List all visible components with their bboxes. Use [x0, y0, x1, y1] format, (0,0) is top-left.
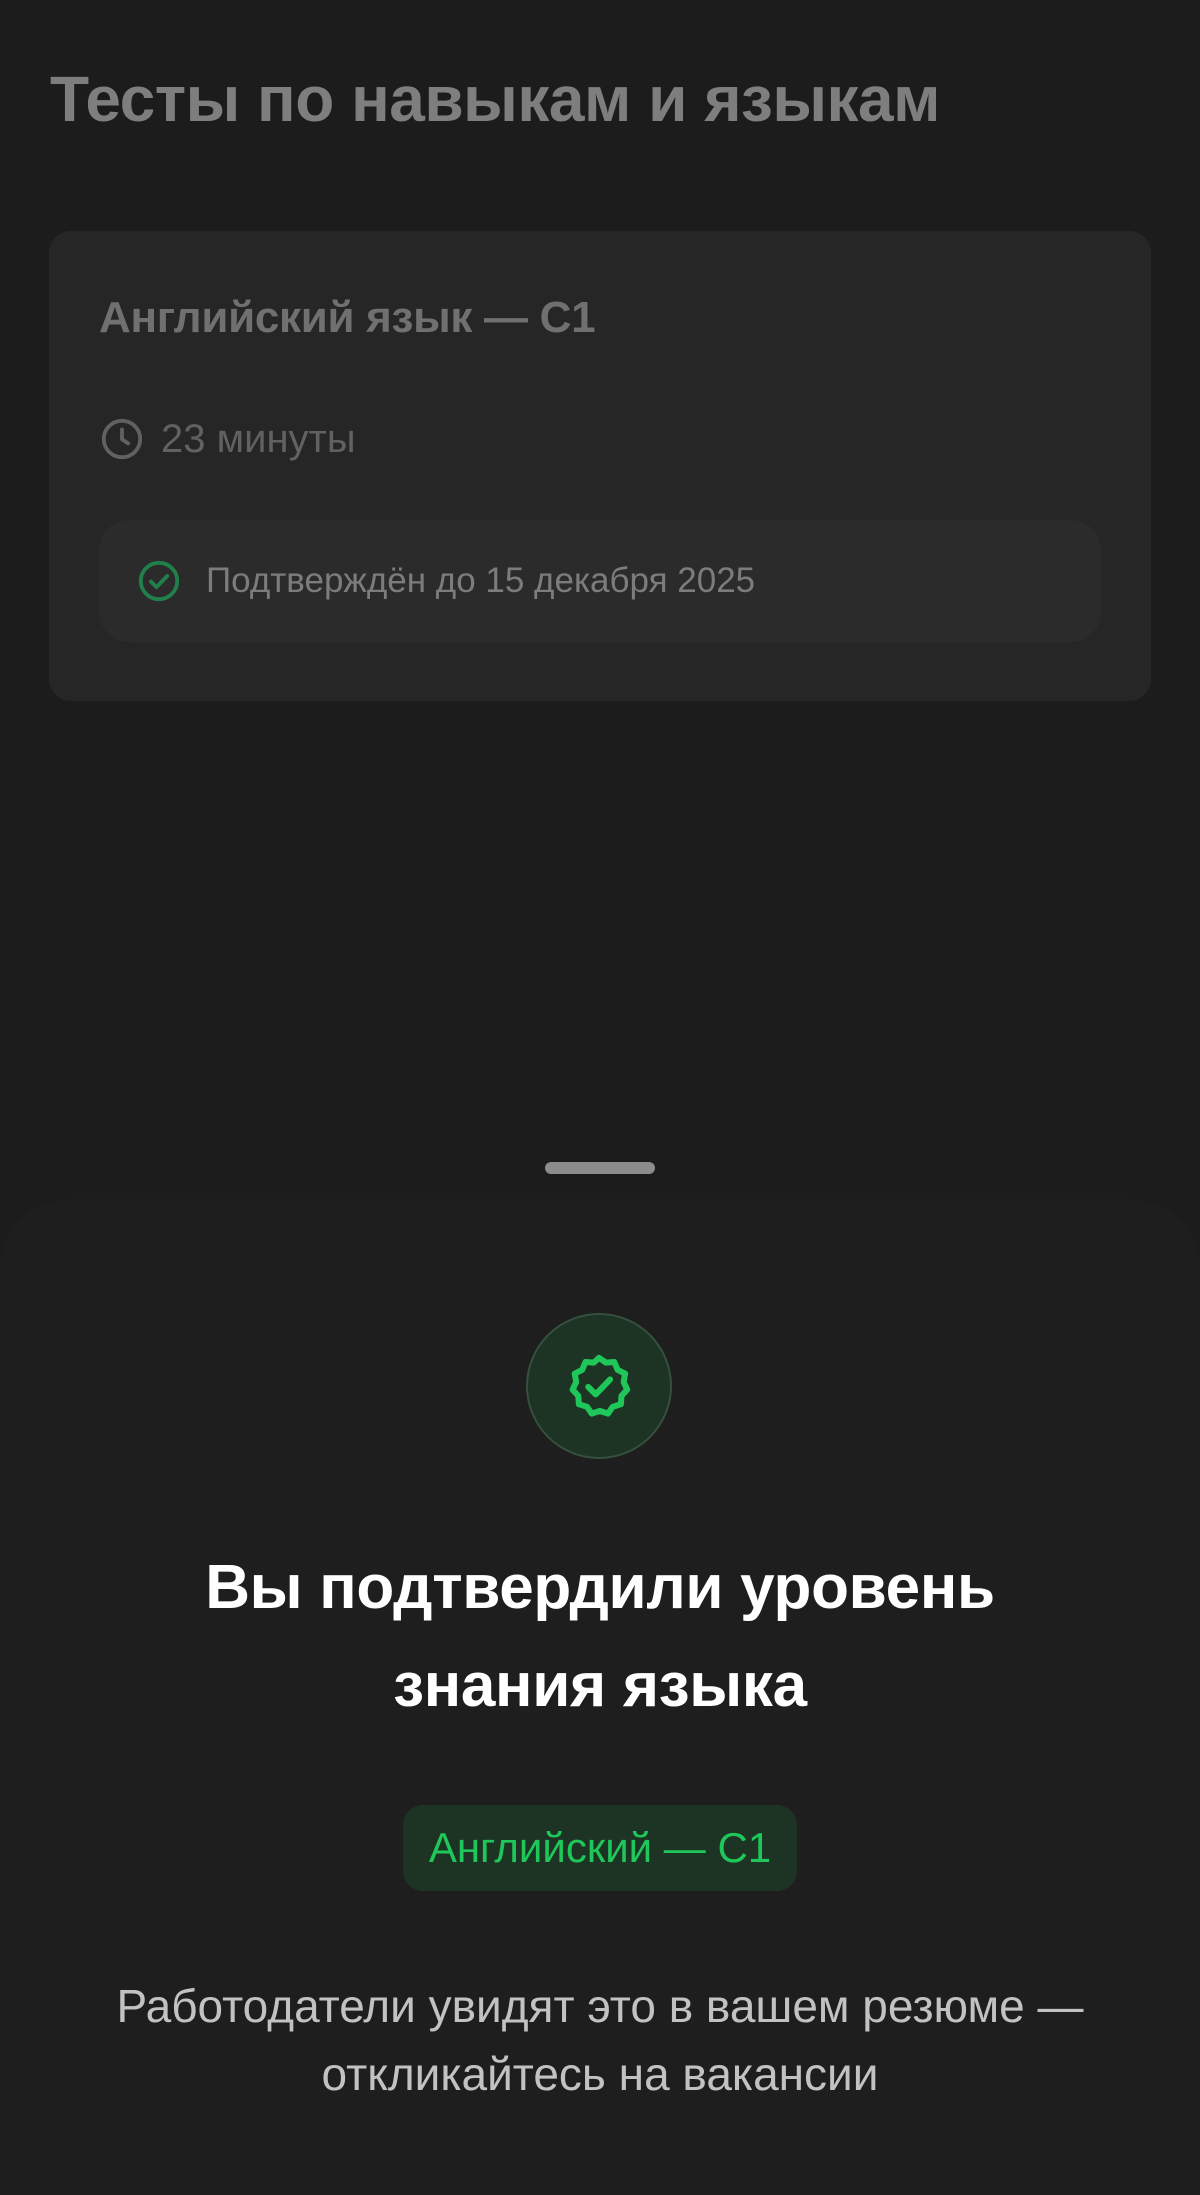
sheet-description: Работодатели увидят это в вашем резюме —…	[0, 1972, 1200, 2108]
test-duration-text: 23 минуты	[161, 416, 356, 461]
check-circle-icon	[136, 558, 182, 604]
verified-badge-icon	[563, 1350, 635, 1422]
clock-icon	[99, 416, 145, 462]
sheet-grab-handle[interactable]	[545, 1162, 655, 1174]
level-chip-container: Английский — C1	[0, 1805, 1200, 1891]
screen: Тесты по навыкам и языкам Английский язы…	[0, 0, 1200, 2195]
sheet-description-line-1: Работодатели увидят это в вашем резюме —	[116, 1980, 1084, 2032]
bottom-sheet: Вы подтвердили уровень знания языка Англ…	[0, 1199, 1200, 2195]
test-card-title: Английский язык — C1	[99, 293, 596, 342]
sheet-title-line-2: знания языка	[393, 1651, 807, 1720]
sheet-title-line-1: Вы подтвердили уровень	[205, 1553, 995, 1622]
verified-status-text: Подтверждён до 15 декабря 2025	[206, 561, 756, 600]
level-chip: Английский — C1	[402, 1805, 798, 1891]
sheet-description-line-2: откликайтесь на вакансии	[321, 2048, 879, 2100]
page-title: Тесты по навыкам и языкам	[50, 63, 940, 135]
verified-status: Подтверждён до 15 декабря 2025	[99, 520, 1101, 642]
verified-badge	[526, 1313, 672, 1459]
test-card-english[interactable]: Английский язык — C1 23 минуты Подтвержд…	[49, 231, 1151, 701]
sheet-title: Вы подтвердили уровень знания языка	[0, 1539, 1200, 1735]
test-duration: 23 минуты	[99, 416, 356, 462]
